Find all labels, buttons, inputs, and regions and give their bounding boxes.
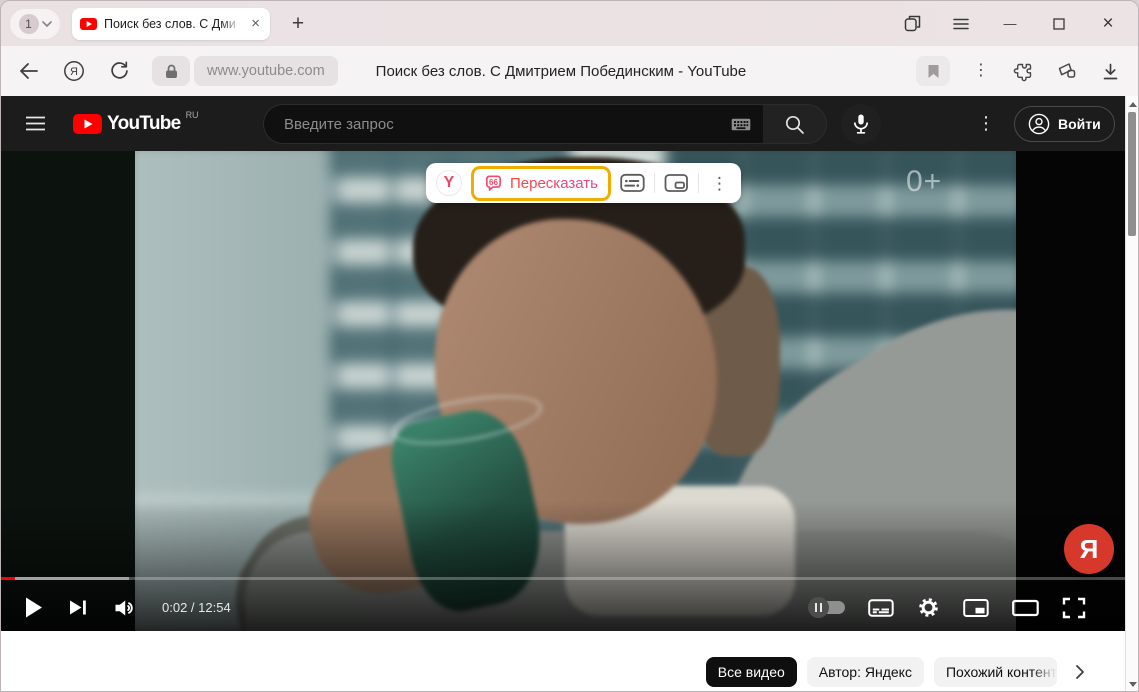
summarize-button-highlighted[interactable]: 66 Пересказать [471, 166, 611, 201]
miniplayer-icon[interactable] [963, 598, 989, 618]
account-icon [1028, 113, 1050, 135]
lock-icon [165, 64, 178, 79]
youtube-favicon [80, 18, 97, 30]
scroll-down-icon[interactable] [1129, 682, 1137, 687]
tab-list-button[interactable]: 1 [10, 9, 60, 39]
player-controls-right [809, 596, 1086, 619]
toolbar-divider [654, 173, 655, 193]
browser-menu-icon[interactable] [951, 14, 971, 34]
site-security-badge[interactable] [152, 56, 190, 86]
search-input-area [263, 104, 763, 144]
autoplay-knob-pause-icon [808, 597, 829, 618]
seek-played [1, 577, 15, 580]
url-display[interactable]: www.youtube.com [194, 56, 338, 86]
youtube-logo[interactable]: YouTube RU [73, 114, 199, 134]
settings-gear-icon[interactable] [917, 596, 940, 619]
yandex-assistant-button[interactable]: Я [1064, 524, 1114, 574]
search-bar [263, 104, 827, 144]
window-controls: — × [902, 14, 1138, 34]
svg-text:Я: Я [70, 66, 78, 78]
page-title: Поиск без слов. С Дмитрием Побединским -… [376, 63, 747, 80]
seek-bar[interactable] [1, 577, 1128, 580]
next-button[interactable] [69, 598, 88, 617]
search-icon [784, 114, 805, 135]
yandex-extension-icon[interactable] [1056, 61, 1078, 81]
svg-text:66: 66 [489, 178, 498, 187]
search-button[interactable] [763, 104, 827, 144]
tab-strip: 1 Поиск без слов. С Дми × + — [1, 1, 1138, 46]
autoplay-toggle[interactable] [809, 601, 845, 614]
microphone-icon [851, 113, 871, 135]
yandex-video-toolbar: Y 66 Пересказать ⋮ [426, 163, 741, 203]
active-tab[interactable]: Поиск без слов. С Дми × [72, 8, 270, 40]
downloads-icon[interactable] [1101, 62, 1120, 81]
voice-search-button[interactable] [841, 104, 881, 144]
chevron-down-icon [42, 21, 52, 27]
sign-in-button[interactable]: Войти [1014, 106, 1115, 142]
youtube-page: YouTube RU [1, 96, 1138, 692]
chip-similar-content[interactable]: Похожий контент [934, 657, 1057, 687]
address-bar-actions: ⋮ [916, 56, 1122, 86]
chip-author[interactable]: Автор: Яндекс [807, 657, 924, 687]
fullscreen-icon[interactable] [1062, 597, 1086, 619]
tab-close-icon[interactable]: × [249, 14, 262, 33]
close-button[interactable]: × [1098, 14, 1118, 34]
extensions-puzzle-icon[interactable] [1012, 61, 1033, 82]
youtube-header: YouTube RU [1, 96, 1138, 151]
minimize-button[interactable]: — [1000, 14, 1020, 34]
captions-icon[interactable] [868, 598, 894, 618]
page-scrollbar[interactable] [1125, 96, 1138, 692]
age-rating-label: 0+ [906, 165, 942, 199]
browser-window: 1 Поиск без слов. С Дми × + — [0, 0, 1139, 692]
video-popup-window-icon[interactable] [664, 173, 689, 193]
filter-chips: Все видео Автор: Яндекс Похожий контент [706, 657, 1085, 687]
youtube-settings-kebab-icon[interactable]: ⋮ [971, 112, 1001, 134]
seek-buffered [1, 577, 129, 580]
chip-all-videos[interactable]: Все видео [706, 657, 797, 687]
side-panel-icon[interactable] [902, 14, 922, 34]
theater-mode-icon[interactable] [1012, 599, 1039, 617]
page-actions-kebab-icon[interactable]: ⋮ [973, 63, 989, 79]
new-tab-button[interactable]: + [284, 10, 312, 38]
virtual-keyboard-icon[interactable] [731, 118, 751, 131]
logo-region-label: RU [186, 110, 199, 120]
yandex-browser-logo[interactable]: Y [436, 170, 462, 196]
toolbar-divider [698, 173, 699, 193]
video-subtitles-icon[interactable] [620, 173, 645, 193]
toolbar-kebab-icon[interactable]: ⋮ [708, 175, 731, 192]
search-input[interactable] [282, 115, 731, 134]
scroll-up-icon[interactable] [1129, 102, 1137, 107]
tab-title: Поиск без слов. С Дми [104, 17, 242, 31]
scrollbar-thumb[interactable] [1128, 112, 1136, 236]
maximize-button[interactable] [1049, 14, 1069, 34]
below-player-area: Все видео Автор: Яндекс Похожий контент [1, 631, 1138, 692]
yandex-services-icon[interactable]: Я [62, 59, 86, 83]
chips-scroll-right-icon[interactable] [1075, 664, 1085, 680]
youtube-play-icon [73, 114, 102, 134]
address-bar: Я www.youtube.com Поиск без слов. С Дмит… [1, 46, 1138, 96]
tab-count-badge: 1 [19, 14, 39, 34]
quote-bubble-icon: 66 [484, 174, 503, 193]
seek-track [1, 577, 1128, 580]
video-player[interactable]: 0+ Y 66 Пересказать [1, 151, 1138, 631]
play-button[interactable] [25, 597, 43, 618]
refresh-icon[interactable] [107, 59, 131, 83]
bookmark-icon[interactable] [916, 56, 950, 86]
back-icon[interactable] [17, 59, 41, 83]
guide-hamburger-icon[interactable] [25, 116, 46, 131]
time-display: 0:02 / 12:54 [162, 600, 231, 615]
player-controls: 0:02 / 12:54 [1, 584, 1128, 631]
volume-icon[interactable] [114, 598, 138, 618]
